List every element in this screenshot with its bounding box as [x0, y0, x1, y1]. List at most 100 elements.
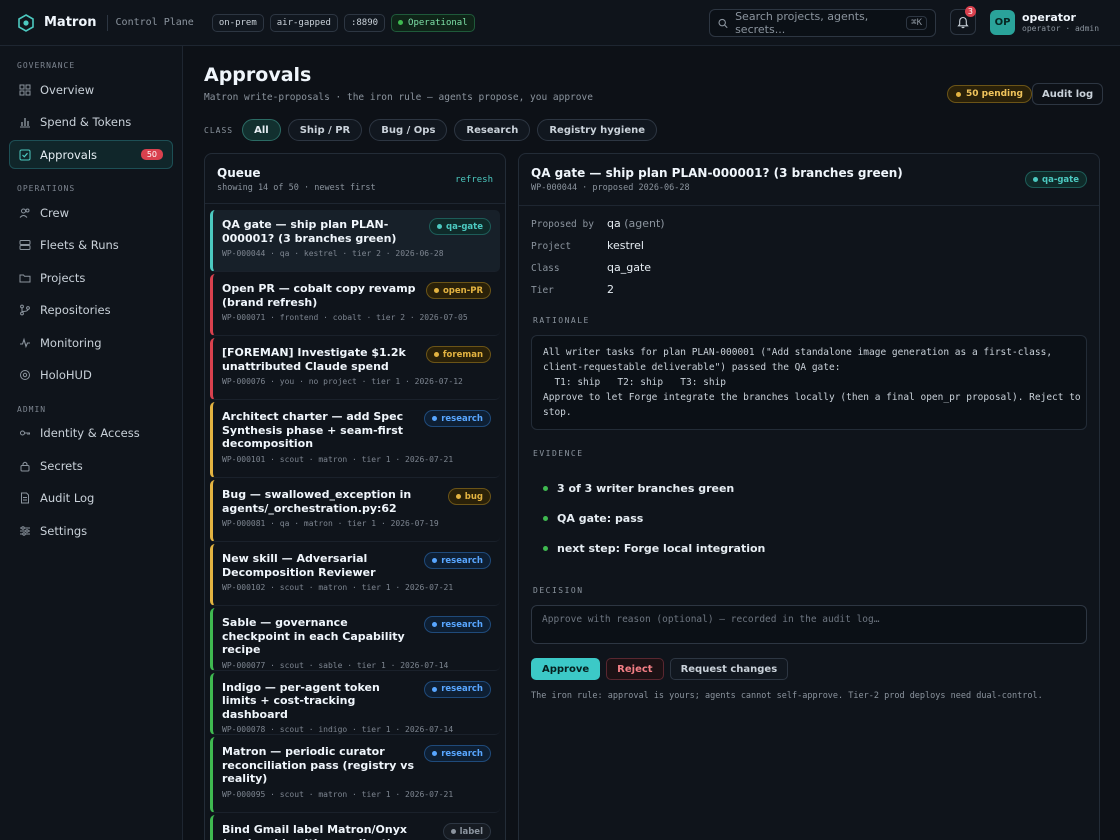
queue-item[interactable]: Matron — periodic curator reconciliation… — [210, 737, 500, 813]
user-name[interactable]: operator — [1022, 11, 1076, 24]
bell-icon — [957, 16, 969, 28]
queue-item[interactable]: [FOREMAN] Investigate $1.2k unattributed… — [210, 338, 500, 400]
queue-item-tag: label — [442, 823, 491, 840]
request-changes-button[interactable]: Request changes — [669, 658, 789, 680]
queue-item-tag: bug — [447, 488, 491, 505]
sidebar-item-crew[interactable]: Crew — [9, 198, 173, 227]
key-icon — [20, 430, 30, 436]
sidebar-item-label: Repositories — [40, 303, 111, 317]
tag-dot-icon — [437, 224, 442, 229]
field-class: Class qa_gate — [531, 261, 651, 274]
sidebar-item-overview[interactable]: Overview — [9, 75, 173, 104]
queue-item-title: Indigo — per-agent token limits + cost-t… — [222, 680, 380, 721]
queue-item-tag: open-PR — [425, 282, 491, 299]
tag-dot-icon — [455, 494, 461, 499]
sidebar-item-repositories[interactable]: Repositories — [9, 296, 173, 325]
queue-item-title: Bind Gmail label Matron/Onyx (regional h… — [222, 823, 408, 840]
env-pill-air-gapped: air-gapped — [269, 13, 338, 32]
audit-log-button[interactable]: Audit log — [1032, 83, 1104, 105]
queue-item[interactable]: Bind Gmail label Matron/Onyx (regional h… — [210, 815, 500, 840]
server-icon — [19, 240, 31, 250]
queue-item-title: Open PR — cobalt copy revamp (brand refr… — [222, 282, 416, 309]
sidebar-item-label: Spend & Tokens — [40, 115, 132, 129]
sidebar-item-holohud[interactable]: HoloHUD — [9, 361, 173, 390]
field-key: Tier — [531, 285, 554, 296]
queue-item-tag-text: research — [441, 555, 483, 566]
sidebar-item-settings[interactable]: Settings — [9, 516, 173, 545]
queue-item-tag-text: qa-gate — [446, 221, 483, 232]
tag-dot-icon — [1033, 177, 1038, 182]
queue-item-tag-text: research — [441, 413, 483, 424]
sidebar-item-label: Projects — [40, 270, 86, 285]
class-filter-label: CLASS — [204, 125, 234, 135]
detail-tag-text: qa-gate — [1042, 174, 1079, 185]
field-value: qa_gate — [607, 261, 652, 274]
search-input[interactable]: Search projects, agents, secrets... ⌘K — [709, 9, 936, 37]
field-key: Class — [531, 263, 560, 274]
filter-chip-bug-ops[interactable]: Bug / Ops — [369, 119, 448, 141]
queue-item-title: Sable — governance checkpoint in each Ca… — [222, 616, 405, 656]
queue-item-tag-text: research — [441, 748, 483, 759]
tag-dot-icon — [432, 686, 438, 692]
evidence-item: 3 of 3 writer branches green — [543, 482, 734, 495]
notifications-button[interactable]: 3 — [950, 6, 976, 35]
field-extra: (agent) — [624, 217, 665, 230]
git-branch-icon — [20, 304, 30, 316]
sidebar-item-audit-log[interactable]: Audit Log — [9, 484, 173, 513]
pending-text: 50 pending — [966, 89, 1023, 99]
queue-item-title: Matron — periodic curator reconciliation… — [222, 745, 415, 785]
sidebar-section-operations: OPERATIONS — [17, 184, 76, 193]
queue-item-tag-text: research — [441, 619, 483, 630]
search-icon — [718, 18, 728, 28]
field-value: qa — [607, 217, 621, 230]
queue-item-meta: WP-000101 · scout · matron · tier 1 · 20… — [222, 454, 454, 464]
queue-item[interactable]: QA gate — ship plan PLAN-000001? (3 bran… — [210, 210, 500, 272]
filter-chip-research[interactable]: Research — [454, 119, 531, 141]
queue-item-title: Architect charter — add Spec Synthesis p… — [222, 410, 404, 450]
users-icon — [19, 208, 30, 218]
queue-item[interactable]: New skill — Adversarial Decomposition Re… — [210, 544, 500, 606]
evidence-item: next step: Forge local integration — [543, 542, 765, 555]
avatar[interactable]: OP — [990, 10, 1015, 35]
tag-dot-icon — [432, 416, 438, 421]
refresh-link[interactable]: refresh — [455, 175, 493, 185]
detail-header: QA gate — ship plan PLAN-000001? (3 bran… — [519, 154, 1099, 206]
queue-item[interactable]: Indigo — per-agent token limits + cost-t… — [210, 672, 500, 735]
detail-class-tag: qa-gate — [1025, 171, 1087, 188]
detail-subtitle: WP-000044 · proposed 2026-06-28 — [531, 183, 690, 193]
field-value: 2 — [607, 283, 614, 296]
tag-dot-icon — [433, 288, 439, 293]
queue-item-title: QA gate — ship plan PLAN-000001? (3 bran… — [222, 218, 397, 245]
activity-icon — [20, 337, 30, 348]
filter-chip-all[interactable]: All — [242, 119, 281, 141]
sidebar-item-secrets[interactable]: Secrets — [9, 451, 173, 480]
filter-chip-ship-pr[interactable]: Ship / PR — [287, 119, 363, 141]
decision-reason-input[interactable]: Approve with reason (optional) — recorde… — [531, 605, 1087, 644]
sidebar-item-spend-tokens[interactable]: Spend & Tokens — [9, 108, 173, 137]
env-pill-on-prem: on-prem — [211, 13, 264, 32]
tag-dot-icon — [450, 829, 456, 834]
field-key: Project — [531, 241, 572, 252]
approve-button[interactable]: Approve — [531, 658, 601, 680]
queue-item[interactable]: Sable — governance checkpoint in each Ca… — [210, 608, 500, 671]
sidebar-item-approvals[interactable]: Approvals 50 — [9, 140, 173, 169]
queue-item-meta: WP-000044 · qa · kestrel · tier 2 · 2026… — [222, 249, 444, 258]
queue-item[interactable]: Architect charter — add Spec Synthesis p… — [210, 402, 500, 478]
sidebar-item-monitoring[interactable]: Monitoring — [9, 328, 173, 357]
status-dot-icon — [398, 20, 404, 25]
search-shortcut: ⌘K — [906, 16, 927, 30]
field-tier: Tier 2 — [531, 283, 614, 296]
sidebar-item-identity-access[interactable]: Identity & Access — [9, 419, 173, 448]
filter-chip-registry-hygiene[interactable]: Registry hygiene — [537, 119, 657, 141]
reject-button[interactable]: Reject — [606, 658, 664, 680]
queue-item[interactable]: Open PR — cobalt copy revamp (brand refr… — [210, 274, 500, 336]
queue-item-tag-text: foreman — [442, 349, 483, 360]
queue-item-tag: foreman — [425, 346, 491, 363]
queue-item[interactable]: Bug — swallowed_exception in agents/_orc… — [210, 480, 500, 542]
queue-item-tag-text: label — [459, 826, 483, 837]
brand-subtitle: Control Plane — [115, 17, 194, 28]
sidebar-item-fleets-runs[interactable]: Fleets & Runs — [9, 231, 173, 260]
queue-subtitle: showing 14 of 50 · newest first — [217, 183, 376, 193]
evidence-dot-icon — [543, 546, 548, 551]
sidebar-item-projects[interactable]: Projects — [9, 263, 173, 292]
